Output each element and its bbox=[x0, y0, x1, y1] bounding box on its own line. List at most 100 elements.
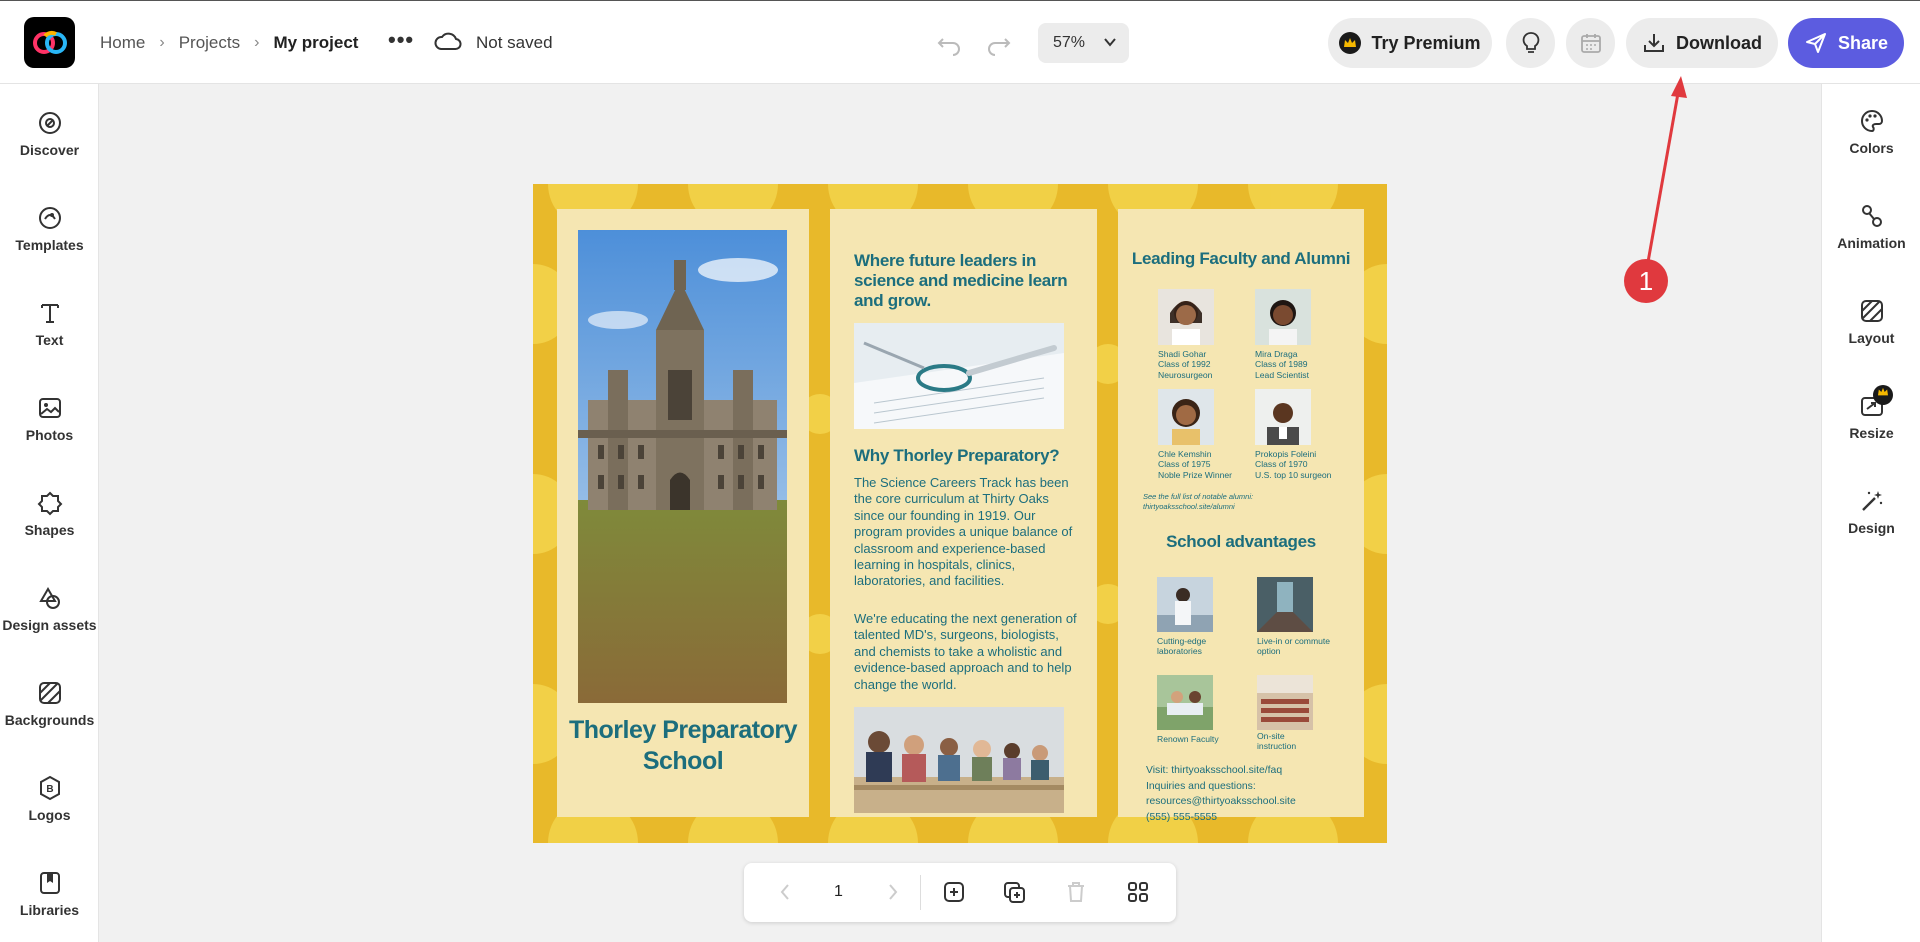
body-paragraph-1[interactable]: The Science Careers Track has been the c… bbox=[854, 475, 1079, 590]
castle-photo bbox=[578, 230, 787, 703]
sidebar-item-label: Templates bbox=[15, 237, 84, 253]
sidebar-item-colors[interactable]: Colors bbox=[1822, 108, 1920, 156]
more-options-icon[interactable]: ••• bbox=[388, 27, 414, 53]
advantage-caption: Live-in or commute option bbox=[1257, 636, 1331, 657]
breadcrumb: Home › Projects › My project bbox=[100, 1, 358, 85]
zoom-select[interactable]: 57% bbox=[1038, 23, 1129, 63]
sidebar-item-design-assets[interactable]: Design assets bbox=[0, 585, 99, 633]
sidebar-item-label: Design assets bbox=[2, 617, 97, 633]
left-sidebar: Discover Templates Text Photos Shapes De… bbox=[0, 84, 99, 942]
page-controls: 1 bbox=[744, 863, 1176, 922]
breadcrumb-projects[interactable]: Projects bbox=[179, 33, 240, 53]
subhead-text[interactable]: Why Thorley Preparatory? bbox=[854, 446, 1084, 466]
try-premium-button[interactable]: Try Premium bbox=[1328, 18, 1492, 68]
divider bbox=[920, 875, 921, 910]
headline-text[interactable]: Where future leaders in science and medi… bbox=[854, 251, 1084, 311]
right-sidebar: Colors Animation Layout Resize Design bbox=[1821, 84, 1920, 942]
design-canvas[interactable]: Thorley Preparatory School Where future … bbox=[533, 184, 1387, 843]
shapes-icon bbox=[37, 491, 62, 516]
brochure-panel-cover[interactable]: Thorley Preparatory School bbox=[557, 209, 809, 817]
calendar-icon[interactable] bbox=[1566, 18, 1615, 68]
prev-page-icon[interactable] bbox=[778, 880, 792, 904]
magic-wand-icon bbox=[1861, 491, 1882, 511]
chevron-down-icon bbox=[1104, 38, 1116, 47]
person-caption-1: Shadi Gohar Class of 1992 Neurosurgeon bbox=[1158, 349, 1213, 380]
sidebar-item-label: Photos bbox=[25, 427, 74, 443]
contact-info[interactable]: Visit: thirtyoaksschool.site/faq Inquiri… bbox=[1146, 763, 1356, 825]
send-icon bbox=[1805, 33, 1826, 53]
breadcrumb-current[interactable]: My project bbox=[273, 33, 358, 53]
lecture-hall-photo bbox=[1257, 675, 1313, 730]
logo-icon: B bbox=[39, 775, 60, 801]
delete-page-icon[interactable] bbox=[1064, 880, 1088, 904]
next-page-icon[interactable] bbox=[886, 880, 900, 904]
save-status: Not saved bbox=[476, 33, 553, 52]
grid-view-icon[interactable] bbox=[1126, 880, 1150, 904]
app-logo-icon[interactable] bbox=[24, 17, 75, 68]
contact-line: (555) 555-5555 bbox=[1146, 811, 1218, 823]
undo-icon[interactable] bbox=[935, 29, 963, 57]
download-button[interactable]: Download bbox=[1626, 18, 1778, 68]
sidebar-item-backgrounds[interactable]: Backgrounds bbox=[0, 680, 99, 728]
sidebar-item-label: Logos bbox=[28, 807, 71, 823]
contact-line: resources@thirtyoaksschool.site bbox=[1146, 796, 1296, 808]
zoom-value: 57% bbox=[1053, 34, 1086, 51]
page-number[interactable]: 1 bbox=[834, 883, 843, 901]
sidebar-item-logos[interactable]: B Logos bbox=[0, 775, 99, 823]
sidebar-item-label: Animation bbox=[1837, 235, 1906, 251]
try-premium-label: Try Premium bbox=[1371, 32, 1481, 53]
share-label: Share bbox=[1837, 32, 1889, 53]
faculty-heading[interactable]: Leading Faculty and Alumni bbox=[1118, 249, 1364, 269]
chevron-right-icon: › bbox=[159, 34, 165, 51]
share-button[interactable]: Share bbox=[1788, 18, 1904, 68]
person-caption-2: Mira Draga Class of 1989 Lead Scientist bbox=[1255, 349, 1309, 380]
advantage-caption: Renown Faculty bbox=[1157, 734, 1219, 744]
sidebar-item-libraries[interactable]: Libraries bbox=[0, 870, 99, 918]
sidebar-item-layout[interactable]: Layout bbox=[1822, 298, 1920, 346]
lightbulb-icon[interactable] bbox=[1506, 18, 1555, 68]
body-paragraph-2[interactable]: We're educating the next generation of t… bbox=[854, 611, 1079, 693]
person-caption-4: Prokopis Foleini Class of 1970 U.S. top 10… bbox=[1255, 449, 1332, 480]
advantages-heading[interactable]: School advantages bbox=[1118, 532, 1364, 552]
animation-icon bbox=[1861, 205, 1882, 227]
sidebar-item-label: Layout bbox=[1848, 330, 1895, 346]
sidebar-item-label: Backgrounds bbox=[4, 712, 95, 728]
layout-icon bbox=[1860, 300, 1883, 322]
design-assets-icon bbox=[38, 587, 60, 609]
sidebar-item-label: Colors bbox=[1849, 140, 1894, 156]
templates-icon bbox=[38, 207, 61, 229]
portrait-photo bbox=[1255, 289, 1311, 345]
download-label: Download bbox=[1676, 32, 1762, 53]
add-page-icon[interactable] bbox=[942, 880, 966, 904]
stethoscope-photo bbox=[854, 323, 1064, 429]
sidebar-item-label: Design bbox=[1848, 520, 1895, 536]
school-title[interactable]: Thorley Preparatory School bbox=[557, 715, 809, 777]
dorm-photo bbox=[1257, 577, 1313, 632]
sidebar-item-resize[interactable]: Resize bbox=[1822, 385, 1920, 441]
compass-icon bbox=[38, 112, 61, 134]
breadcrumb-home[interactable]: Home bbox=[100, 33, 145, 53]
redo-icon[interactable] bbox=[985, 29, 1013, 57]
sidebar-item-photos[interactable]: Photos bbox=[0, 395, 99, 443]
libraries-icon bbox=[39, 872, 60, 894]
sidebar-item-templates[interactable]: Templates bbox=[0, 205, 99, 253]
portrait-photo bbox=[1255, 389, 1311, 445]
sidebar-item-discover[interactable]: Discover bbox=[0, 110, 99, 158]
brochure-panel-faculty[interactable]: Leading Faculty and Alumni Shadi Gohar Cl… bbox=[1118, 209, 1364, 823]
text-icon bbox=[40, 304, 59, 323]
svg-text:B: B bbox=[46, 784, 53, 795]
download-icon bbox=[1644, 34, 1664, 52]
sidebar-item-animation[interactable]: Animation bbox=[1822, 203, 1920, 251]
duplicate-page-icon[interactable] bbox=[1002, 880, 1026, 904]
sidebar-item-label: Libraries bbox=[19, 902, 80, 918]
sidebar-item-text[interactable]: Text bbox=[0, 300, 99, 348]
alumni-note[interactable]: See the full list of notable alumni: thi… bbox=[1143, 492, 1293, 512]
sidebar-item-shapes[interactable]: Shapes bbox=[0, 490, 99, 538]
sidebar-item-label: Shapes bbox=[24, 522, 75, 538]
advantage-caption: On-site instruction bbox=[1257, 731, 1297, 752]
sidebar-item-design[interactable]: Design bbox=[1822, 488, 1920, 536]
top-bar: Home › Projects › My project ••• Not sav… bbox=[0, 0, 1920, 84]
sidebar-item-label: Discover bbox=[19, 142, 80, 158]
brochure-panel-info[interactable]: Where future leaders in science and medi… bbox=[830, 209, 1097, 817]
cloud-icon bbox=[434, 32, 462, 50]
